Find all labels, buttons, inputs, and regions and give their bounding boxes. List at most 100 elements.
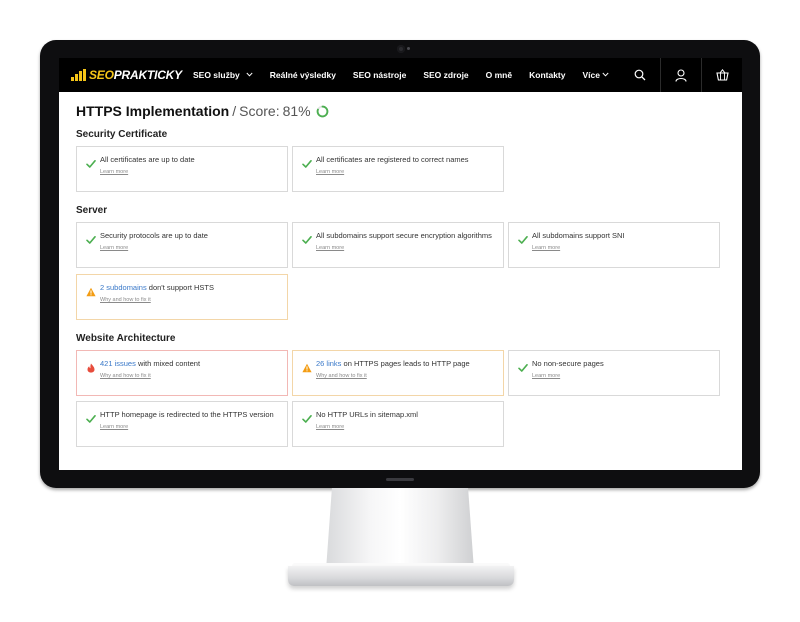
audit-message: 26 links on HTTPS pages leads to HTTP pa…: [316, 359, 470, 368]
fix-it-link[interactable]: Why and how to fix it: [100, 373, 151, 379]
audit-message-text: All certificates are up to date: [100, 155, 195, 164]
top-navigation: SEOPRAKTICKY SEO služby Reálné výsledky SE…: [59, 58, 742, 92]
nav-item-label: O mně: [485, 70, 513, 80]
nav-item-5[interactable]: Kontakty: [529, 70, 565, 80]
user-icon: [675, 68, 687, 82]
fire-icon: [86, 360, 96, 373]
account-button[interactable]: [660, 58, 701, 92]
check-icon: [302, 232, 312, 244]
audit-message-text: All certificates are registered to corre…: [316, 155, 469, 164]
logo-text: SEOPRAKTICKY: [89, 68, 182, 82]
nav-item-3[interactable]: SEO zdroje: [423, 70, 468, 80]
learn-more-link[interactable]: Learn more: [100, 424, 128, 430]
nav-icons: [620, 58, 742, 92]
monitor-stand-neck: [326, 488, 474, 570]
section-title: Website Architecture: [76, 333, 176, 344]
logo-bars-icon: [71, 69, 87, 81]
page-title-text: HTTPS Implementation: [76, 103, 230, 119]
search-button[interactable]: [620, 58, 660, 92]
warning-icon: [302, 360, 312, 373]
audit-message: No HTTP URLs in sitemap.xml: [316, 410, 418, 419]
audit-message: All certificates are registered to corre…: [316, 155, 469, 164]
monitor-chin-mark: [386, 478, 414, 481]
nav-item-label: SEO zdroje: [423, 70, 469, 80]
nav-item-label: Více: [582, 70, 600, 80]
nav-item-label: Reálné výsledky: [269, 70, 336, 80]
audit-message: No non-secure pages: [532, 359, 604, 368]
check-icon: [302, 411, 312, 423]
webcam-light: [407, 47, 410, 50]
audit-message: All certificates are up to date: [100, 155, 195, 164]
nav-item-2[interactable]: SEO nástroje: [353, 70, 406, 80]
score-ring-icon: [316, 105, 328, 117]
score-value: 81%: [282, 103, 311, 119]
check-icon: [86, 232, 96, 244]
fix-it-link[interactable]: Why and how to fix it: [316, 373, 367, 379]
page-title: HTTPS Implementation / Score: 81%: [76, 103, 329, 119]
check-icon: [518, 360, 528, 372]
monitor-stand-base: [288, 566, 514, 586]
issue-count-link[interactable]: 421 issues: [100, 359, 136, 368]
audit-message: All subdomains support secure encryption…: [316, 231, 492, 240]
audit-message-text: don't support HSTS: [146, 283, 215, 292]
learn-more-link[interactable]: Learn more: [532, 245, 560, 251]
nav-item-4[interactable]: O mně: [486, 70, 512, 80]
title-separator: /: [232, 103, 237, 119]
audit-message-text: All subdomains support SNI: [532, 231, 625, 240]
audit-card: 421 issues with mixed content Why and how…: [76, 350, 288, 396]
check-icon: [86, 411, 96, 423]
check-icon: [302, 156, 312, 168]
search-icon: [634, 69, 646, 81]
audit-message-text: with mixed content: [135, 359, 201, 368]
nav-menu: SEO služby Reálné výsledky SEO nástroje SEO…: [193, 58, 626, 92]
audit-card: No non-secure pages Learn more: [508, 350, 720, 396]
nav-item-6[interactable]: Více: [582, 70, 609, 80]
nav-item-label: SEO nástroje: [352, 70, 407, 80]
warning-icon: [86, 284, 96, 297]
screen: SEOPRAKTICKY SEO služby Reálné výsledky SE…: [59, 58, 742, 470]
section-title: Security Certificate: [76, 129, 168, 140]
nav-item-label: Kontakty: [529, 70, 566, 80]
nav-item-0[interactable]: SEO služby: [193, 70, 253, 80]
audit-card: All certificates are registered to corre…: [292, 146, 504, 192]
chevron-down-icon: [246, 72, 253, 79]
nav-item-1[interactable]: Reálné výsledky: [270, 70, 336, 80]
fix-it-link[interactable]: Why and how to fix it: [100, 297, 151, 303]
check-icon: [86, 156, 96, 168]
webcam-icon: [397, 45, 405, 53]
audit-message: Security protocols are up to date: [100, 231, 208, 240]
audit-card: Security protocols are up to date Learn m…: [76, 222, 288, 268]
section-title: Server: [76, 205, 108, 216]
learn-more-link[interactable]: Learn more: [316, 424, 344, 430]
basket-icon: [715, 69, 729, 81]
audit-card: No HTTP URLs in sitemap.xml Learn more: [292, 401, 504, 447]
audit-message-text: Security protocols are up to date: [100, 231, 208, 240]
score-label: Score:: [239, 103, 280, 119]
audit-message-text: HTTP homepage is redirected to the HTTPS…: [100, 410, 274, 419]
audit-card: All subdomains support secure encryption…: [292, 222, 504, 268]
audit-message: 421 issues with mixed content: [100, 359, 200, 368]
basket-button[interactable]: [701, 58, 742, 92]
audit-message: All subdomains support SNI: [532, 231, 625, 240]
check-icon: [518, 232, 528, 244]
site-logo[interactable]: SEOPRAKTICKY: [71, 67, 182, 83]
learn-more-link[interactable]: Learn more: [532, 373, 560, 379]
audit-card: 2 subdomains don't support HSTS Why and h…: [76, 274, 288, 320]
learn-more-link[interactable]: Learn more: [100, 169, 128, 175]
audit-card: 26 links on HTTPS pages leads to HTTP pa…: [292, 350, 504, 396]
audit-message-text: All subdomains support secure encryption…: [316, 231, 492, 240]
audit-card: All subdomains support SNI Learn more: [508, 222, 720, 268]
learn-more-link[interactable]: Learn more: [316, 169, 344, 175]
learn-more-link[interactable]: Learn more: [316, 245, 344, 251]
audit-message-text: No HTTP URLs in sitemap.xml: [316, 410, 418, 419]
nav-item-label: SEO služby: [193, 70, 240, 80]
audit-message: HTTP homepage is redirected to the HTTPS…: [100, 410, 274, 419]
audit-message-text: on HTTPS pages leads to HTTP page: [341, 359, 470, 368]
learn-more-link[interactable]: Learn more: [100, 245, 128, 251]
audit-card: HTTP homepage is redirected to the HTTPS…: [76, 401, 288, 447]
audit-card: All certificates are up to date Learn mor…: [76, 146, 288, 192]
issue-count-link[interactable]: 26 links: [316, 359, 341, 368]
issue-count-link[interactable]: 2 subdomains: [100, 283, 147, 292]
chevron-down-icon: [602, 72, 609, 79]
audit-message-text: No non-secure pages: [532, 359, 604, 368]
